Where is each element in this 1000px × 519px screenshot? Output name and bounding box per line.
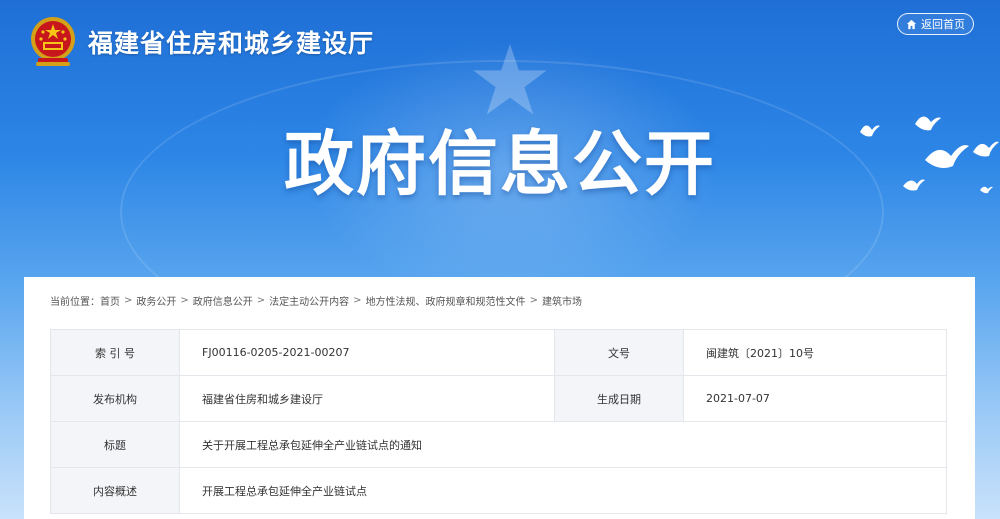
- breadcrumb-item-statutory[interactable]: 法定主动公开内容: [269, 293, 349, 308]
- back-home-label: 返回首页: [921, 18, 965, 31]
- breadcrumb: 当前位置： 首页 > 政务公开 > 政府信息公开 > 法定主动公开内容 > 地方…: [50, 293, 582, 308]
- doc-no-label: 文号: [554, 329, 684, 376]
- back-home-button[interactable]: 返回首页: [897, 13, 974, 35]
- title-value: 关于开展工程总承包延伸全产业链试点的通知: [179, 421, 947, 468]
- breadcrumb-item-gov-affairs[interactable]: 政务公开: [136, 293, 176, 308]
- breadcrumb-separator: >: [180, 295, 189, 306]
- breadcrumb-item-regulations[interactable]: 地方性法规、政府规章和规范性文件: [366, 293, 526, 308]
- publisher-value: 福建省住房和城乡建设厅: [179, 375, 555, 422]
- breadcrumb-separator: >: [256, 295, 266, 306]
- summary-label: 内容概述: [50, 467, 180, 514]
- index-no-label: 索 引 号: [50, 329, 180, 376]
- site-header: 福建省住房和城乡建设厅: [28, 14, 374, 70]
- page: 福建省住房和城乡建设厅 返回首页 政府信息公开 当前位置： 首页 > 政务公开 …: [0, 0, 1000, 519]
- document-info-table: 索 引 号 FJ00116-0205-2021-00207 文号 闽建筑〔202…: [50, 329, 947, 514]
- date-value: 2021-07-07: [683, 375, 947, 422]
- banner-title: 政府信息公开: [284, 123, 716, 205]
- publisher-label: 发布机构: [50, 375, 180, 422]
- doves-decoration-icon: [860, 116, 999, 194]
- title-label: 标题: [50, 421, 180, 468]
- national-emblem-icon[interactable]: [28, 14, 78, 70]
- site-title[interactable]: 福建省住房和城乡建设厅: [88, 24, 374, 60]
- table-row: 内容概述 开展工程总承包延伸全产业链试点: [50, 467, 947, 514]
- breadcrumb-prefix: 当前位置：: [50, 297, 100, 308]
- table-row: 索 引 号 FJ00116-0205-2021-00207 文号 闽建筑〔202…: [50, 329, 947, 376]
- doc-no-value: 闽建筑〔2021〕10号: [683, 329, 947, 376]
- content-panel: 当前位置： 首页 > 政务公开 > 政府信息公开 > 法定主动公开内容 > 地方…: [24, 277, 975, 519]
- table-row: 发布机构 福建省住房和城乡建设厅 生成日期 2021-07-07: [50, 375, 947, 422]
- index-no-value: FJ00116-0205-2021-00207: [179, 329, 555, 376]
- home-icon: [906, 19, 917, 29]
- date-label: 生成日期: [554, 375, 684, 422]
- breadcrumb-item-home[interactable]: 首页: [100, 293, 120, 308]
- breadcrumb-separator: >: [529, 295, 538, 306]
- summary-value: 开展工程总承包延伸全产业链试点: [179, 467, 947, 514]
- table-row: 标题 关于开展工程总承包延伸全产业链试点的通知: [50, 421, 947, 468]
- breadcrumb-item-construction-market[interactable]: 建筑市场: [542, 293, 582, 308]
- breadcrumb-item-gov-info[interactable]: 政府信息公开: [193, 293, 253, 308]
- breadcrumb-separator: >: [353, 295, 362, 306]
- breadcrumb-separator: >: [124, 295, 133, 306]
